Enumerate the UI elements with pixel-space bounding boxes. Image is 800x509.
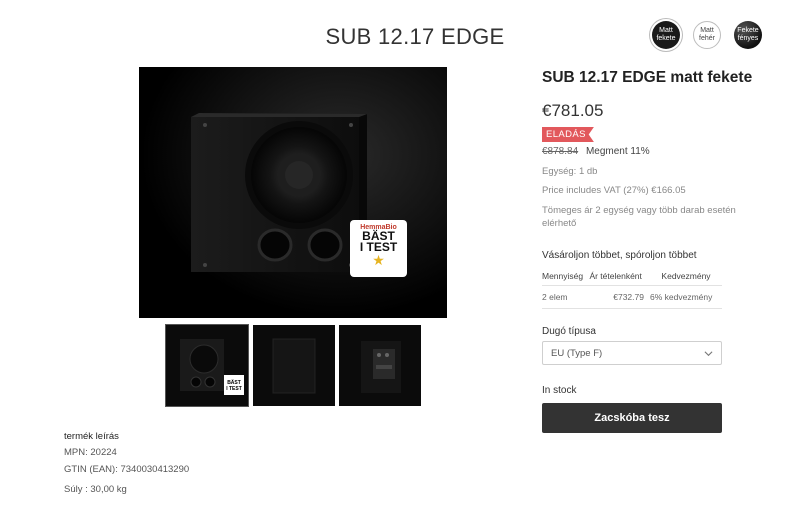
thumbnail-back[interactable] [339, 325, 421, 406]
unit-info: Egység: 1 db [542, 166, 598, 177]
row-discount: 6% kedvezmény [649, 285, 722, 309]
savings-text: Megment 11% [585, 146, 650, 157]
header-unit-price: Ár tételenként [589, 268, 650, 286]
old-price-row: €878.84 Megment 11% [542, 146, 650, 157]
sale-badge: ELADÁS [542, 127, 594, 142]
product-name: SUB 12.17 EDGE matt fekete [542, 69, 753, 86]
vat-info: Price includes VAT (27%) €166.05 [542, 185, 686, 196]
subwoofer-image [191, 113, 367, 272]
gtin: GTIN (EAN): 7340030413290 [64, 464, 190, 475]
thumbnail-front[interactable]: BÄST I TEST [165, 324, 249, 407]
swatch-matt-black[interactable]: Matt fekete [652, 21, 680, 49]
row-quantity: 2 elem [542, 285, 590, 309]
description-title: termék leírás [64, 431, 119, 442]
plug-type-label: Dugó típusa [542, 326, 596, 337]
plug-type-value: EU (Type F) [551, 348, 603, 359]
add-to-cart-button[interactable]: Zacskóba tesz [542, 403, 722, 433]
subwoofer-side-image [272, 338, 316, 394]
weight: Súly : 30,00 kg [64, 484, 127, 495]
stock-status: In stock [542, 385, 577, 396]
table-row: 2 elem €732.79 6% kedvezmény [542, 285, 722, 309]
color-swatches: Matt fekete Matt fehér Fekete fényes [652, 21, 762, 49]
row-unit-price: €732.79 [589, 285, 650, 309]
mpn: MPN: 20224 [64, 447, 117, 458]
thumbnail-side[interactable] [253, 325, 335, 406]
subwoofer-back-image [361, 341, 401, 393]
swatch-matt-white[interactable]: Matt fehér [693, 21, 721, 49]
swatch-label: Matt fekete [656, 27, 676, 42]
subwoofer-thumb-image: BÄST I TEST [180, 339, 244, 395]
main-product-image[interactable]: HemmaBio BÄST I TEST ★ [139, 67, 447, 318]
old-price: €878.84 [542, 146, 579, 157]
thumb-award-line2: I TEST [226, 386, 242, 392]
thumb-award-line1: BÄST [227, 379, 241, 386]
buy-more-title: Vásároljon többet, spóroljon többet [542, 250, 697, 261]
swatch-glossy-black[interactable]: Fekete fényes [734, 21, 762, 49]
plug-type-select[interactable]: EU (Type F) [542, 341, 722, 365]
header-quantity: Mennyiség [542, 268, 590, 286]
star-icon: ★ [372, 252, 385, 268]
bulk-price-note: Tömeges ár 2 egység vagy több darab eset… [542, 205, 736, 229]
swatch-label: Fekete fényes [737, 27, 759, 42]
chevron-down-icon [704, 351, 713, 357]
award-badge: HemmaBio BÄST I TEST ★ [350, 220, 407, 277]
tier-price-table: Mennyiség Ár tételenként Kedvezmény 2 el… [542, 268, 722, 309]
current-price: €781.05 [542, 101, 604, 120]
header-discount: Kedvezmény [649, 268, 722, 286]
swatch-label: Matt fehér [699, 27, 715, 42]
